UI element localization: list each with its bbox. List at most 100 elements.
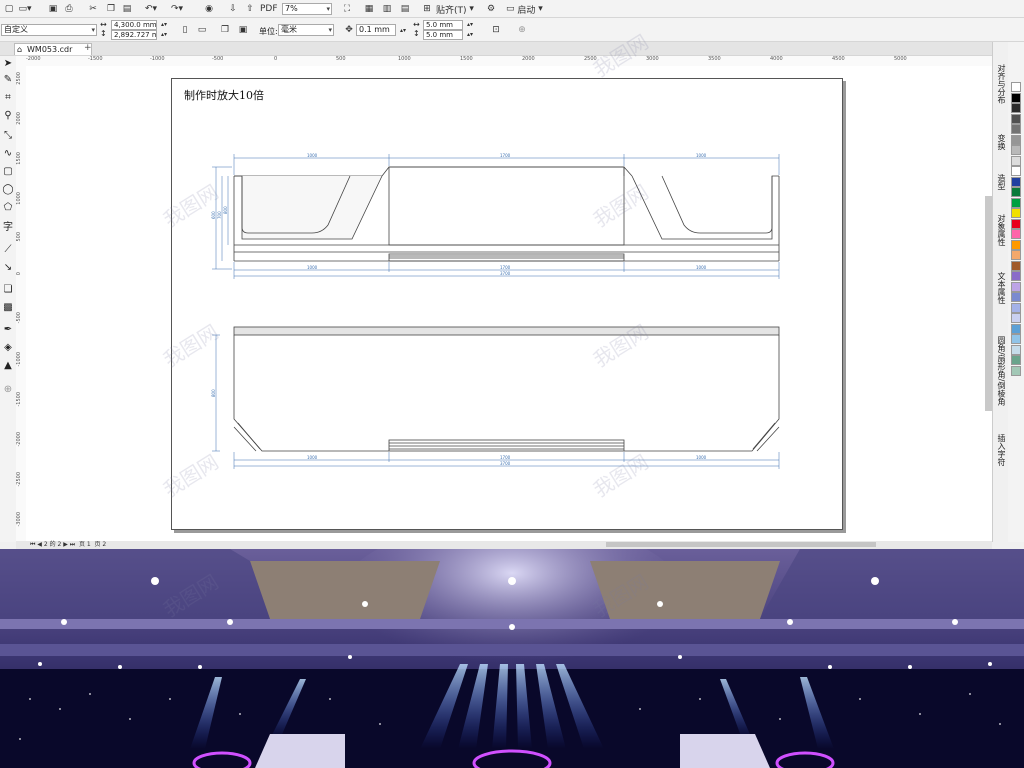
show-grid-icon[interactable]: ▥ [380,2,394,16]
save-icon[interactable]: ▣ [46,2,60,16]
page-navigator[interactable]: ⏮ ◀ 2 的 2 ▶ ⏭ 页 1 页 2 [30,541,106,549]
nudge-distance-input[interactable]: 0.1 mm [356,24,396,36]
snap-to-icon[interactable]: ⊞ [420,2,434,16]
artistic-media-icon[interactable]: ∿ [2,148,14,160]
palette-swatch[interactable] [1011,313,1021,323]
height-spin-icon[interactable]: ▴▾ [157,30,171,38]
zoom-tool-icon[interactable]: ⚲ [2,110,14,122]
docker-tab-fillet[interactable]: 圆角/扇形角/倒棱角 [995,336,1007,405]
width-spin-icon[interactable]: ▴▾ [157,20,171,28]
connector-tool-icon[interactable]: ↘ [2,262,14,274]
corel-connect-icon[interactable]: ◉ [202,2,216,16]
options-gear-icon[interactable]: ⚙ [484,2,498,16]
interactive-fill-icon[interactable]: ◈ [2,342,14,354]
palette-swatch[interactable] [1011,208,1021,218]
palette-swatch[interactable] [1011,82,1021,92]
palette-swatch[interactable] [1011,155,1021,166]
drawing-canvas[interactable]: 制作时放大10倍 1000 1700 1000 1000 1700 1000 3… [26,66,992,542]
add-tool-icon[interactable]: ⊕ [2,384,14,396]
eyedropper-icon[interactable]: ✒ [2,324,14,336]
palette-swatch[interactable] [1011,271,1021,281]
crop-tool-icon[interactable]: ⌗ [2,92,14,104]
transparency-icon[interactable]: ▩ [2,302,14,314]
undo-icon[interactable]: ↶▾ [144,2,158,16]
docker-tab-text-properties[interactable]: 文本属性 [995,272,1007,304]
technical-drawing[interactable]: 1000 1700 1000 1000 1700 1000 3700 600 7… [172,79,842,529]
parallel-dimension-icon[interactable]: ⟋ [2,244,14,256]
palette-swatch[interactable] [1011,281,1021,292]
palette-swatch[interactable] [1011,92,1021,103]
smart-fill-icon[interactable]: ▲ [2,360,14,372]
redo-icon[interactable]: ↷▾ [170,2,184,16]
horizontal-scrollbar-thumb[interactable] [606,542,876,547]
ellipse-tool-icon[interactable]: ◯ [2,184,14,196]
full-screen-icon[interactable]: ⛶ [340,2,354,16]
document-tab[interactable]: WM053.cdr [14,43,92,56]
page-height-input[interactable]: 2,892.727 mr [111,30,157,40]
docker-tab-shaping[interactable]: 造型 [995,174,1007,190]
palette-swatch[interactable] [1011,197,1021,208]
plan-view[interactable] [233,326,780,452]
palette-swatch[interactable] [1011,113,1021,124]
palette-swatch[interactable] [1011,145,1021,155]
show-guidelines-icon[interactable]: ▤ [398,2,412,16]
pick-tool-icon[interactable]: ➤ [2,58,14,70]
paste-icon[interactable]: ▤ [120,2,134,16]
duplicate-x-input[interactable]: 5.0 mm [423,20,463,30]
add-icon[interactable]: ⊕ [515,23,529,37]
palette-swatch[interactable] [1011,239,1021,250]
page-size-preset-select[interactable]: 自定义 [1,24,97,36]
docker-tab-insert-character[interactable]: 插入字符 [995,434,1007,466]
docker-tab-object-properties[interactable]: 对象属性 [995,214,1007,246]
docker-tab-align[interactable]: 对齐与分布 [995,64,1007,104]
treat-as-filled-icon[interactable]: ⊡ [489,23,503,37]
palette-swatch[interactable] [1011,344,1021,355]
export-icon[interactable]: ⇧ [243,2,257,16]
palette-swatch[interactable] [1011,103,1021,113]
palette-swatch[interactable] [1011,250,1021,260]
page-tab-1[interactable]: 页 1 [79,541,91,548]
page-tab-2[interactable]: 页 2 [95,541,107,548]
add-tab-icon[interactable]: + [84,43,92,53]
page-width-input[interactable]: 4,300.0 mm [111,20,157,30]
all-pages-icon[interactable]: ❐ [218,23,232,37]
palette-swatch[interactable] [1011,260,1021,271]
palette-swatch[interactable] [1011,355,1021,365]
units-select[interactable]: 毫米 [278,24,334,36]
current-page-icon[interactable]: ▣ [236,23,250,37]
docker-tab-transform[interactable]: 变换 [995,134,1007,150]
front-elevation[interactable] [233,166,780,262]
palette-swatch[interactable] [1011,292,1021,302]
nudge-icon[interactable]: ✥ [342,23,356,37]
polygon-tool-icon[interactable]: ⬠ [2,202,14,214]
nudge-spin-icon[interactable]: ▴▾ [396,23,410,37]
rectangle-tool-icon[interactable]: ▢ [2,166,14,178]
drop-shadow-icon[interactable]: ❏ [2,284,14,296]
palette-swatch[interactable] [1011,365,1021,376]
palette-swatch[interactable] [1011,218,1021,229]
print-icon[interactable]: ⎙ [62,2,76,16]
snap-to-menu[interactable]: 贴齐(T) ▾ [436,2,474,16]
text-tool-icon[interactable]: 字 [2,222,14,234]
new-document-icon[interactable]: ▢ [2,2,16,16]
shape-tool-icon[interactable]: ✎ [2,74,14,86]
palette-swatch[interactable] [1011,176,1021,187]
duplicate-y-input[interactable]: 5.0 mm [423,30,463,40]
palette-swatch[interactable] [1011,323,1021,334]
palette-swatch[interactable] [1011,124,1021,134]
show-rulers-icon[interactable]: ▦ [362,2,376,16]
cut-icon[interactable]: ✂ [86,2,100,16]
document-page[interactable]: 制作时放大10倍 1000 1700 1000 1000 1700 1000 3… [171,78,843,530]
freehand-tool-icon[interactable]: ⤡ [2,130,14,142]
dup-x-spin-icon[interactable]: ▴▾ [463,20,477,28]
landscape-icon[interactable]: ▭ [195,23,209,37]
palette-swatch[interactable] [1011,229,1021,239]
import-icon[interactable]: ⇩ [226,2,240,16]
open-folder-icon[interactable]: ▭▾ [18,2,32,16]
dup-y-spin-icon[interactable]: ▴▾ [463,30,477,38]
copy-icon[interactable]: ❐ [104,2,118,16]
portrait-icon[interactable]: ▯ [178,23,192,37]
vertical-scrollbar-thumb[interactable] [985,196,992,411]
palette-swatch[interactable] [1011,302,1021,313]
zoom-level-select[interactable]: 7% [282,3,332,15]
